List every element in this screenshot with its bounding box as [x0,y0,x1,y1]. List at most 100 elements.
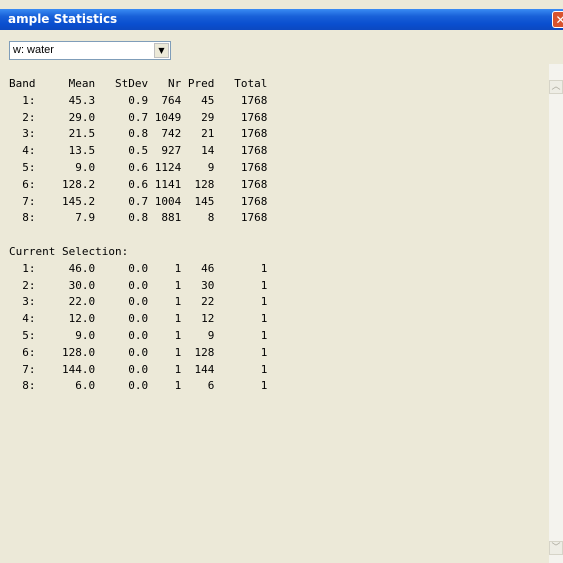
statistics-text-area[interactable]: Band Mean StDev Nr Pred Total 1: 45.3 0.… [9,64,549,563]
class-select[interactable]: w: water ▼ [9,41,171,60]
table-row: 1: 46.0 0.0 1 46 1 [9,262,267,275]
table-row: 1: 45.3 0.9 764 45 1768 [9,94,267,107]
cell-pred: 9 [181,160,215,174]
cell-band: 7: [9,362,36,376]
cell-stdev: 0.0 [95,278,149,292]
cell-pred: 128 [181,177,215,191]
cell-stdev: 0.5 [95,144,149,158]
cell-nr: 927 [148,144,182,158]
cell-pred: 12 [181,312,215,326]
cell-total: 1768 [214,177,268,191]
window-title: ample Statistics [8,12,118,26]
column-header: Band [9,77,36,90]
column-header: Total [214,77,268,90]
cell-total: 1 [214,345,268,359]
cell-pred: 9 [181,328,215,342]
cell-pred: 144 [181,362,215,376]
cell-band: 4: [9,312,36,326]
class-select-value: w: water [13,44,54,56]
dropdown-button[interactable]: ▼ [154,43,169,58]
cell-nr: 1 [148,328,182,342]
cell-nr: 1141 [148,177,182,191]
cell-band: 6: [9,345,36,359]
column-header: StDev [95,77,149,90]
cell-stdev: 0.6 [95,177,149,191]
close-button[interactable]: ✕ [552,11,563,28]
cell-pred: 6 [181,379,215,393]
table-row: 8: 7.9 0.8 881 8 1768 [9,211,267,224]
cell-total: 1 [214,312,268,326]
column-header: Mean [35,77,96,90]
cell-nr: 1 [148,312,182,326]
cell-nr: 1 [148,362,182,376]
table-row: 4: 13.5 0.5 927 14 1768 [9,144,267,157]
cell-mean: 22.0 [35,295,96,309]
close-icon: ✕ [555,13,563,27]
cell-total: 1768 [214,194,268,208]
table-row: 2: 29.0 0.7 1049 29 1768 [9,111,267,124]
cell-band: 8: [9,211,36,225]
cell-pred: 46 [181,261,215,275]
cell-stdev: 0.0 [95,379,149,393]
cell-mean: 45.3 [35,93,96,107]
cell-total: 1 [214,261,268,275]
cell-total: 1768 [214,160,268,174]
cell-nr: 742 [148,127,182,141]
cell-mean: 9.0 [35,160,96,174]
cell-nr: 1 [148,379,182,393]
cell-band: 5: [9,160,36,174]
cell-total: 1768 [214,144,268,158]
chevron-down-icon: ▼ [158,46,165,55]
toolbar: w: water ▼ [0,30,563,64]
cell-stdev: 0.0 [95,345,149,359]
cell-band: 2: [9,110,36,124]
cell-mean: 144.0 [35,362,96,376]
cell-mean: 46.0 [35,261,96,275]
table-row: 7: 145.2 0.7 1004 145 1768 [9,195,267,208]
column-header: Pred [181,77,215,90]
cell-stdev: 0.8 [95,211,149,225]
cell-pred: 128 [181,345,215,359]
cell-mean: 29.0 [35,110,96,124]
scroll-down-arrow-icon: ﹀ [551,543,561,553]
cell-pred: 29 [181,110,215,124]
cell-band: 6: [9,177,36,191]
cell-total: 1768 [214,110,268,124]
vertical-scrollbar[interactable]: ︿ ﹀ [549,64,563,563]
table-row: 5: 9.0 0.6 1124 9 1768 [9,161,267,174]
cell-total: 1 [214,278,268,292]
cell-nr: 1 [148,261,182,275]
column-header: Nr [148,77,182,90]
cell-pred: 14 [181,144,215,158]
title-bar[interactable]: ample Statistics ✕ [0,9,563,30]
cell-nr: 1 [148,345,182,359]
cell-nr: 1124 [148,160,182,174]
cell-stdev: 0.9 [95,93,149,107]
cell-stdev: 0.8 [95,127,149,141]
cell-pred: 30 [181,278,215,292]
cell-stdev: 0.0 [95,312,149,326]
scroll-down-button[interactable]: ﹀ [549,541,563,555]
cell-band: 5: [9,328,36,342]
cell-mean: 128.0 [35,345,96,359]
cell-mean: 7.9 [35,211,96,225]
cell-nr: 1 [148,295,182,309]
table-header: Band Mean StDev Nr Pred Total [9,77,267,90]
cell-total: 1 [214,295,268,309]
table-row: 8: 6.0 0.0 1 6 1 [9,379,267,392]
cell-stdev: 0.0 [95,362,149,376]
cell-pred: 21 [181,127,215,141]
sample-statistics-window: ample Statistics ✕ w: water ▼ Band Mean … [0,0,563,563]
table-row: 3: 21.5 0.8 742 21 1768 [9,127,267,140]
cell-band: 3: [9,127,36,141]
cell-band: 4: [9,144,36,158]
cell-pred: 8 [181,211,215,225]
table-row: 3: 22.0 0.0 1 22 1 [9,295,267,308]
cell-stdev: 0.7 [95,110,149,124]
cell-nr: 1004 [148,194,182,208]
cell-stdev: 0.7 [95,194,149,208]
current-selection-heading: Current Selection: [9,244,129,258]
scroll-up-button[interactable]: ︿ [549,80,563,94]
table-row: 6: 128.0 0.0 1 128 1 [9,346,267,359]
cell-mean: 21.5 [35,127,96,141]
